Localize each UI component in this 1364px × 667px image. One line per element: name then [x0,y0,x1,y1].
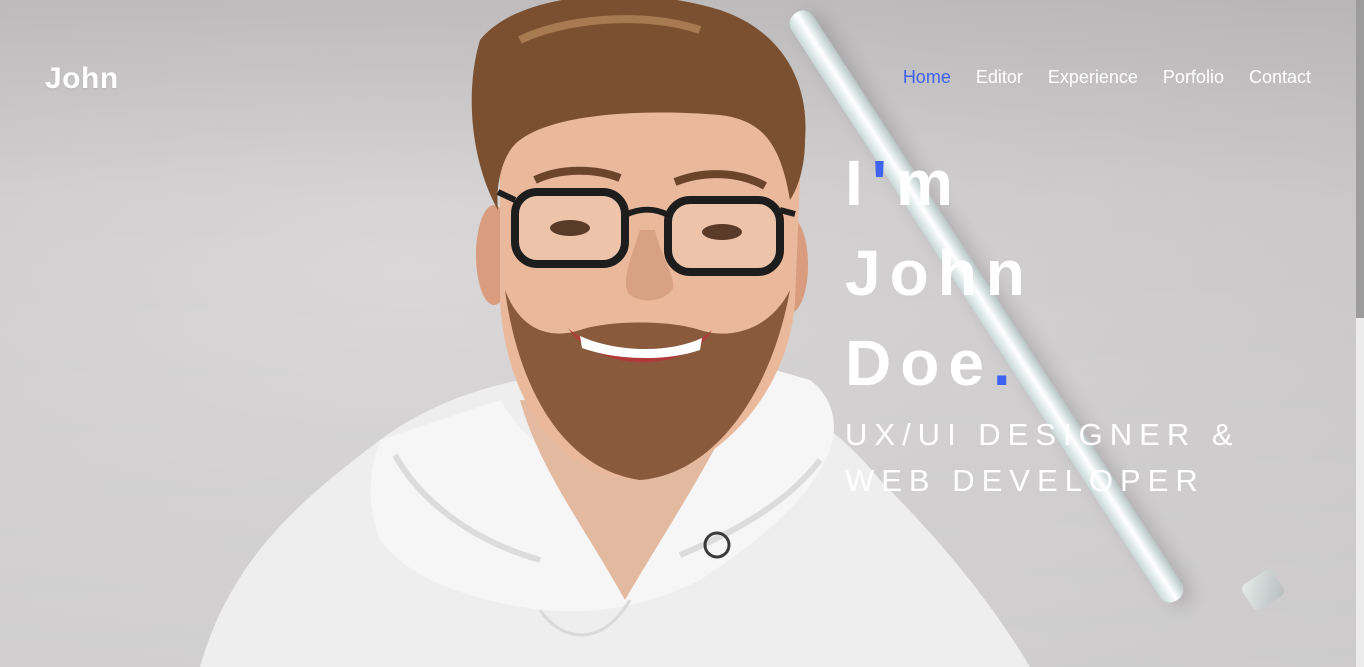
hero-m: m [896,147,962,219]
scrollbar-thumb[interactable] [1356,0,1364,318]
nav-link-contact[interactable]: Contact [1249,67,1311,88]
nav-link-portfolio[interactable]: Porfolio [1163,67,1224,88]
hero-last-name-line: Doe. [845,318,1325,408]
hero-intro: I'm John Doe. UX/UI DESIGNER & WEB DEVEL… [845,138,1325,504]
hero-subtitle: UX/UI DESIGNER & WEB DEVELOPER [845,417,1240,498]
page-scrollbar[interactable] [1356,0,1364,667]
hero-period: . [992,327,1020,399]
hero-last-name: Doe [845,327,993,399]
hero-first-name: John [845,237,1034,309]
page: John Home Editor Experience Porfolio Con… [0,0,1364,667]
site-logo[interactable]: John [45,62,119,96]
main-nav: Home Editor Experience Porfolio Contact [903,67,1311,88]
hero-apostrophe: ' [871,147,896,219]
hero-i: I [845,147,872,219]
nav-link-home[interactable]: Home [903,67,951,88]
nav-link-experience[interactable]: Experience [1048,67,1138,88]
hero-line-intro: I'm [845,138,1325,228]
nav-link-editor[interactable]: Editor [976,67,1023,88]
